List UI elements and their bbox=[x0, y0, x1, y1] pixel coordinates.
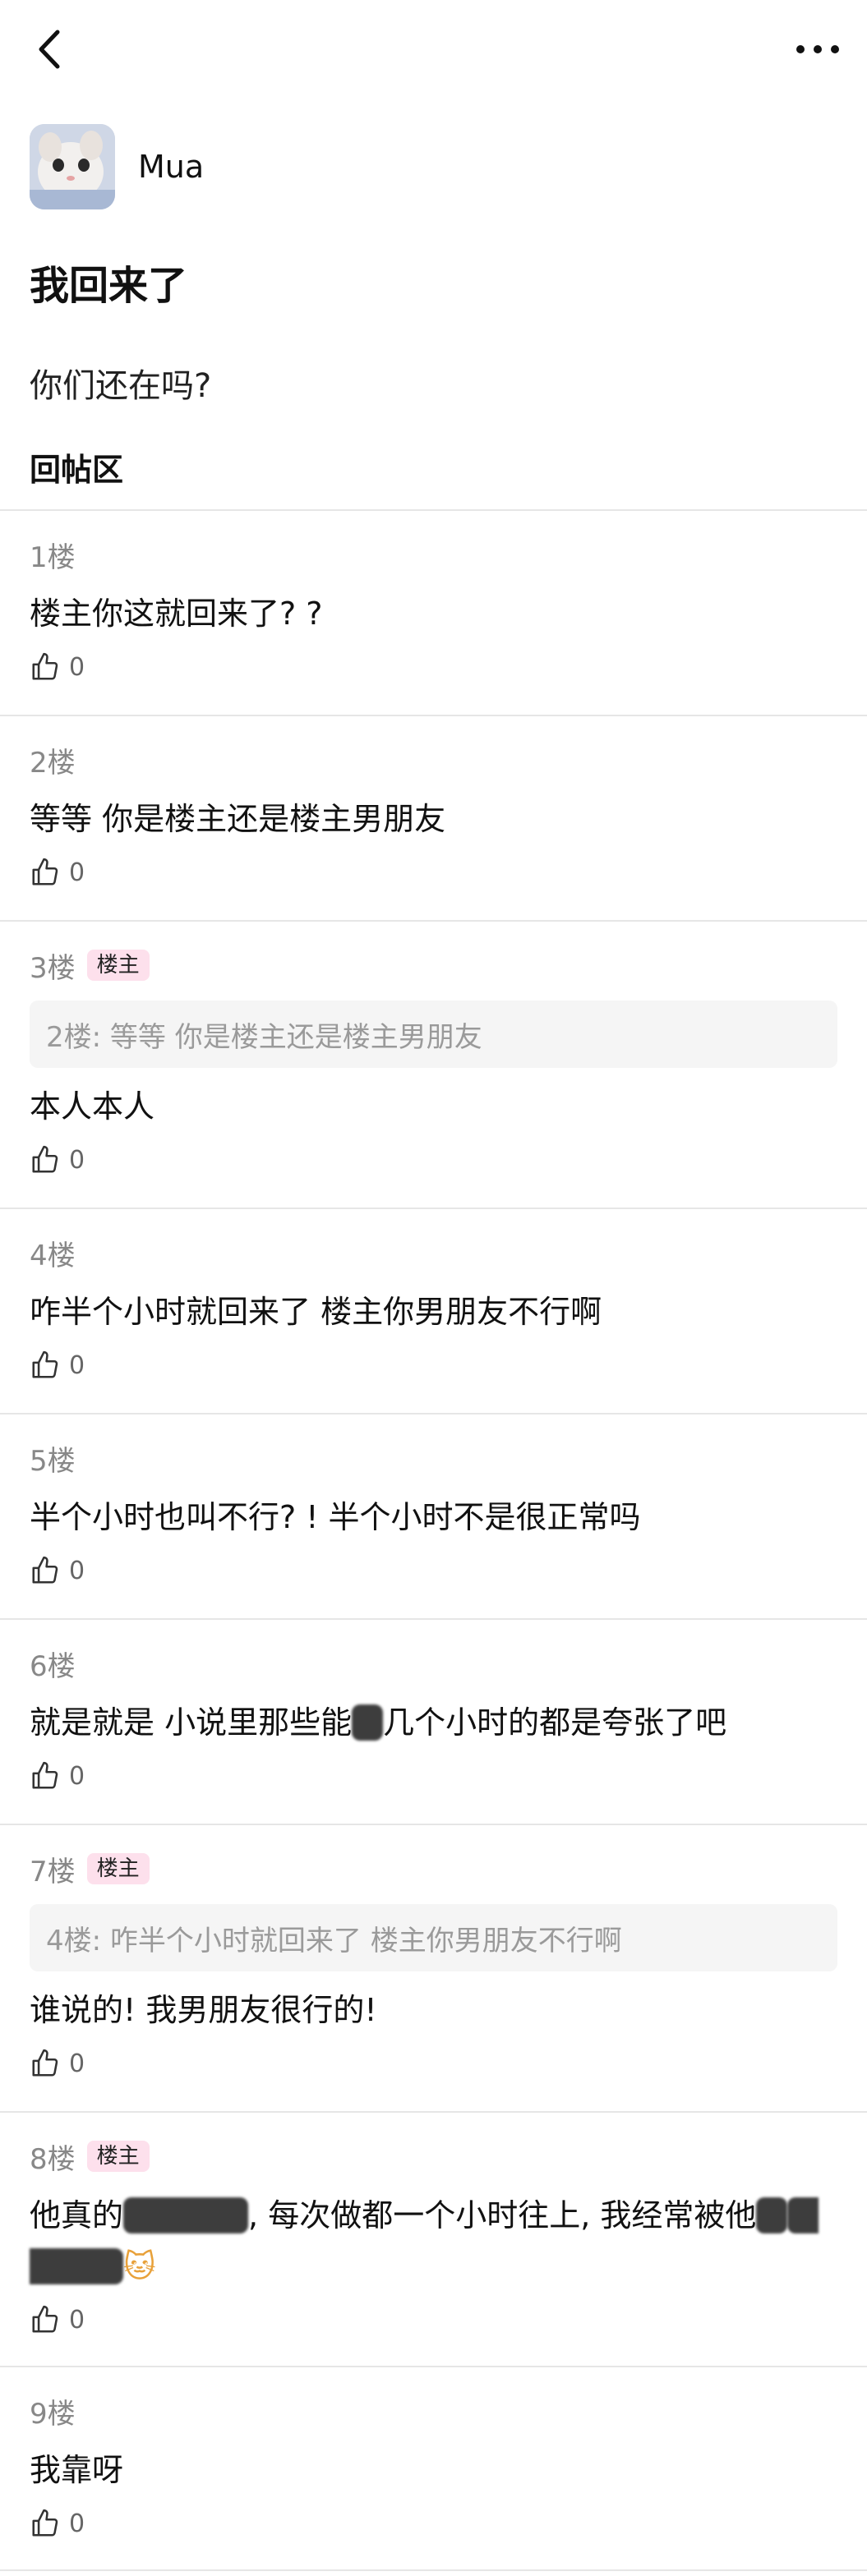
reply-item: 8楼 楼主 他真的挺持久的, 每次做都一个小时往上, 我经常被他弄得受不了🐱 0 bbox=[0, 2111, 867, 2366]
like-count: 0 bbox=[69, 652, 85, 682]
reply-text: 咋半个小时就回来了 楼主你男朋友不行啊 bbox=[30, 1294, 602, 1330]
reply-text-part: 他真的 bbox=[30, 2197, 124, 2233]
reply-item: 6楼 就是就是 小说里那些能做几个小时的都是夸张了吧 0 bbox=[0, 1618, 867, 1824]
avatar-image bbox=[30, 124, 115, 209]
like-count: 0 bbox=[69, 1761, 85, 1791]
like-button[interactable]: 0 bbox=[30, 1548, 104, 1594]
reply-text: 半个小时也叫不行? ! 半个小时不是很正常吗 bbox=[30, 1499, 641, 1535]
thumbs-up-icon bbox=[32, 1145, 58, 1173]
post-body: 你们还在吗? bbox=[30, 367, 212, 405]
thumbs-up-icon bbox=[32, 1761, 58, 1789]
quoted-reply[interactable]: 4楼: 咋半个小时就回来了 楼主你男朋友不行啊 bbox=[30, 1904, 837, 1971]
more-button[interactable] bbox=[785, 25, 851, 74]
quoted-reply[interactable]: 2楼: 等等 你是楼主还是楼主男朋友 bbox=[30, 1000, 837, 1068]
redacted-text: 做 bbox=[352, 1704, 384, 1741]
like-button[interactable]: 0 bbox=[30, 2297, 104, 2343]
op-badge: 楼主 bbox=[86, 2141, 150, 2172]
reply-item: 9楼 我靠呀 0 bbox=[0, 2366, 867, 2571]
like-button[interactable]: 0 bbox=[30, 849, 104, 895]
reply-item: 7楼 楼主 4楼: 咋半个小时就回来了 楼主你男朋友不行啊 谁说的! 我男朋友很… bbox=[0, 1824, 867, 2111]
reply-item: 4楼 咋半个小时就回来了 楼主你男朋友不行啊 0 bbox=[0, 1208, 867, 1413]
floor-number: 5楼 bbox=[30, 1444, 76, 1478]
like-button[interactable]: 0 bbox=[30, 644, 104, 690]
floor-number: 1楼 bbox=[30, 540, 76, 574]
like-count: 0 bbox=[69, 1350, 85, 1380]
like-button[interactable]: 0 bbox=[30, 1342, 104, 1388]
author-name[interactable]: Mua bbox=[138, 149, 204, 185]
reply-text: 楼主你这就回来了? ? bbox=[30, 596, 323, 632]
redacted-text: 挺持久的 bbox=[123, 2197, 249, 2233]
thumbs-up-icon bbox=[32, 2509, 58, 2537]
more-horizontal-icon bbox=[796, 45, 839, 53]
like-button[interactable]: 0 bbox=[30, 2040, 104, 2086]
reply-text: 就是就是 小说里那些能做几个小时的都是夸张了吧 bbox=[30, 1697, 837, 1748]
avatar[interactable] bbox=[30, 124, 115, 209]
cat-emoji: 🐱 bbox=[123, 2248, 156, 2284]
replies-section-label: 回帖区 bbox=[30, 452, 124, 488]
back-button[interactable] bbox=[25, 25, 74, 74]
chevron-left-icon bbox=[39, 30, 60, 69]
thumbs-up-icon bbox=[32, 858, 58, 886]
floor-number: 4楼 bbox=[30, 1239, 76, 1272]
like-button[interactable]: 0 bbox=[30, 2500, 104, 2546]
like-button[interactable]: 0 bbox=[30, 1137, 104, 1183]
thumbs-up-icon bbox=[32, 1350, 58, 1378]
thumbs-up-icon bbox=[32, 2049, 58, 2077]
like-count: 0 bbox=[69, 1556, 85, 1585]
floor-number: 3楼 bbox=[30, 951, 76, 985]
floor-number: 2楼 bbox=[30, 746, 76, 780]
floor-number: 7楼 bbox=[30, 1855, 76, 1888]
reply-text-part: 几个小时的都是夸张了吧 bbox=[383, 1704, 727, 1741]
reply-item: 2楼 等等 你是楼主还是楼主男朋友 0 bbox=[0, 715, 867, 920]
reply-text: 谁说的! 我男朋友很行的! bbox=[30, 1992, 377, 2028]
reply-text-part: , 每次做都一个小时往上, 我经常被他 bbox=[248, 2197, 757, 2233]
thumbs-up-icon bbox=[32, 1556, 58, 1584]
reply-list: 1楼 楼主你这就回来了? ? 0 2楼 等等 你是楼主还是楼主男朋友 0 3楼 … bbox=[0, 509, 867, 2571]
reply-item: 5楼 半个小时也叫不行? ! 半个小时不是很正常吗 0 bbox=[0, 1413, 867, 1618]
reply-text: 等等 你是楼主还是楼主男朋友 bbox=[30, 801, 446, 837]
reply-item: 3楼 楼主 2楼: 等等 你是楼主还是楼主男朋友 本人本人 0 bbox=[0, 920, 867, 1208]
reply-text-part: 就是就是 小说里那些能 bbox=[30, 1704, 353, 1741]
thumbs-up-icon bbox=[32, 652, 58, 680]
op-badge: 楼主 bbox=[86, 1853, 150, 1884]
floor-number: 8楼 bbox=[30, 2142, 76, 2176]
like-count: 0 bbox=[69, 858, 85, 887]
like-count: 0 bbox=[69, 1145, 85, 1175]
like-count: 0 bbox=[69, 2509, 85, 2538]
top-bar bbox=[0, 0, 867, 99]
op-badge: 楼主 bbox=[86, 950, 150, 981]
reply-text: 他真的挺持久的, 每次做都一个小时往上, 我经常被他弄得受不了🐱 bbox=[30, 2190, 837, 2292]
reply-text: 本人本人 bbox=[30, 1088, 155, 1125]
post-title: 我回来了 bbox=[30, 263, 188, 309]
reply-text: 我靠呀 bbox=[30, 2452, 124, 2488]
floor-number: 6楼 bbox=[30, 1649, 76, 1683]
redacted-text: 弄 bbox=[756, 2197, 788, 2233]
like-button[interactable]: 0 bbox=[30, 1753, 104, 1799]
reply-item: 1楼 楼主你这就回来了? ? 0 bbox=[0, 509, 867, 715]
author-row: Mua bbox=[30, 123, 204, 210]
thumbs-up-icon bbox=[32, 2305, 58, 2333]
like-count: 0 bbox=[69, 2305, 85, 2334]
like-count: 0 bbox=[69, 2049, 85, 2078]
floor-number: 9楼 bbox=[30, 2397, 76, 2431]
